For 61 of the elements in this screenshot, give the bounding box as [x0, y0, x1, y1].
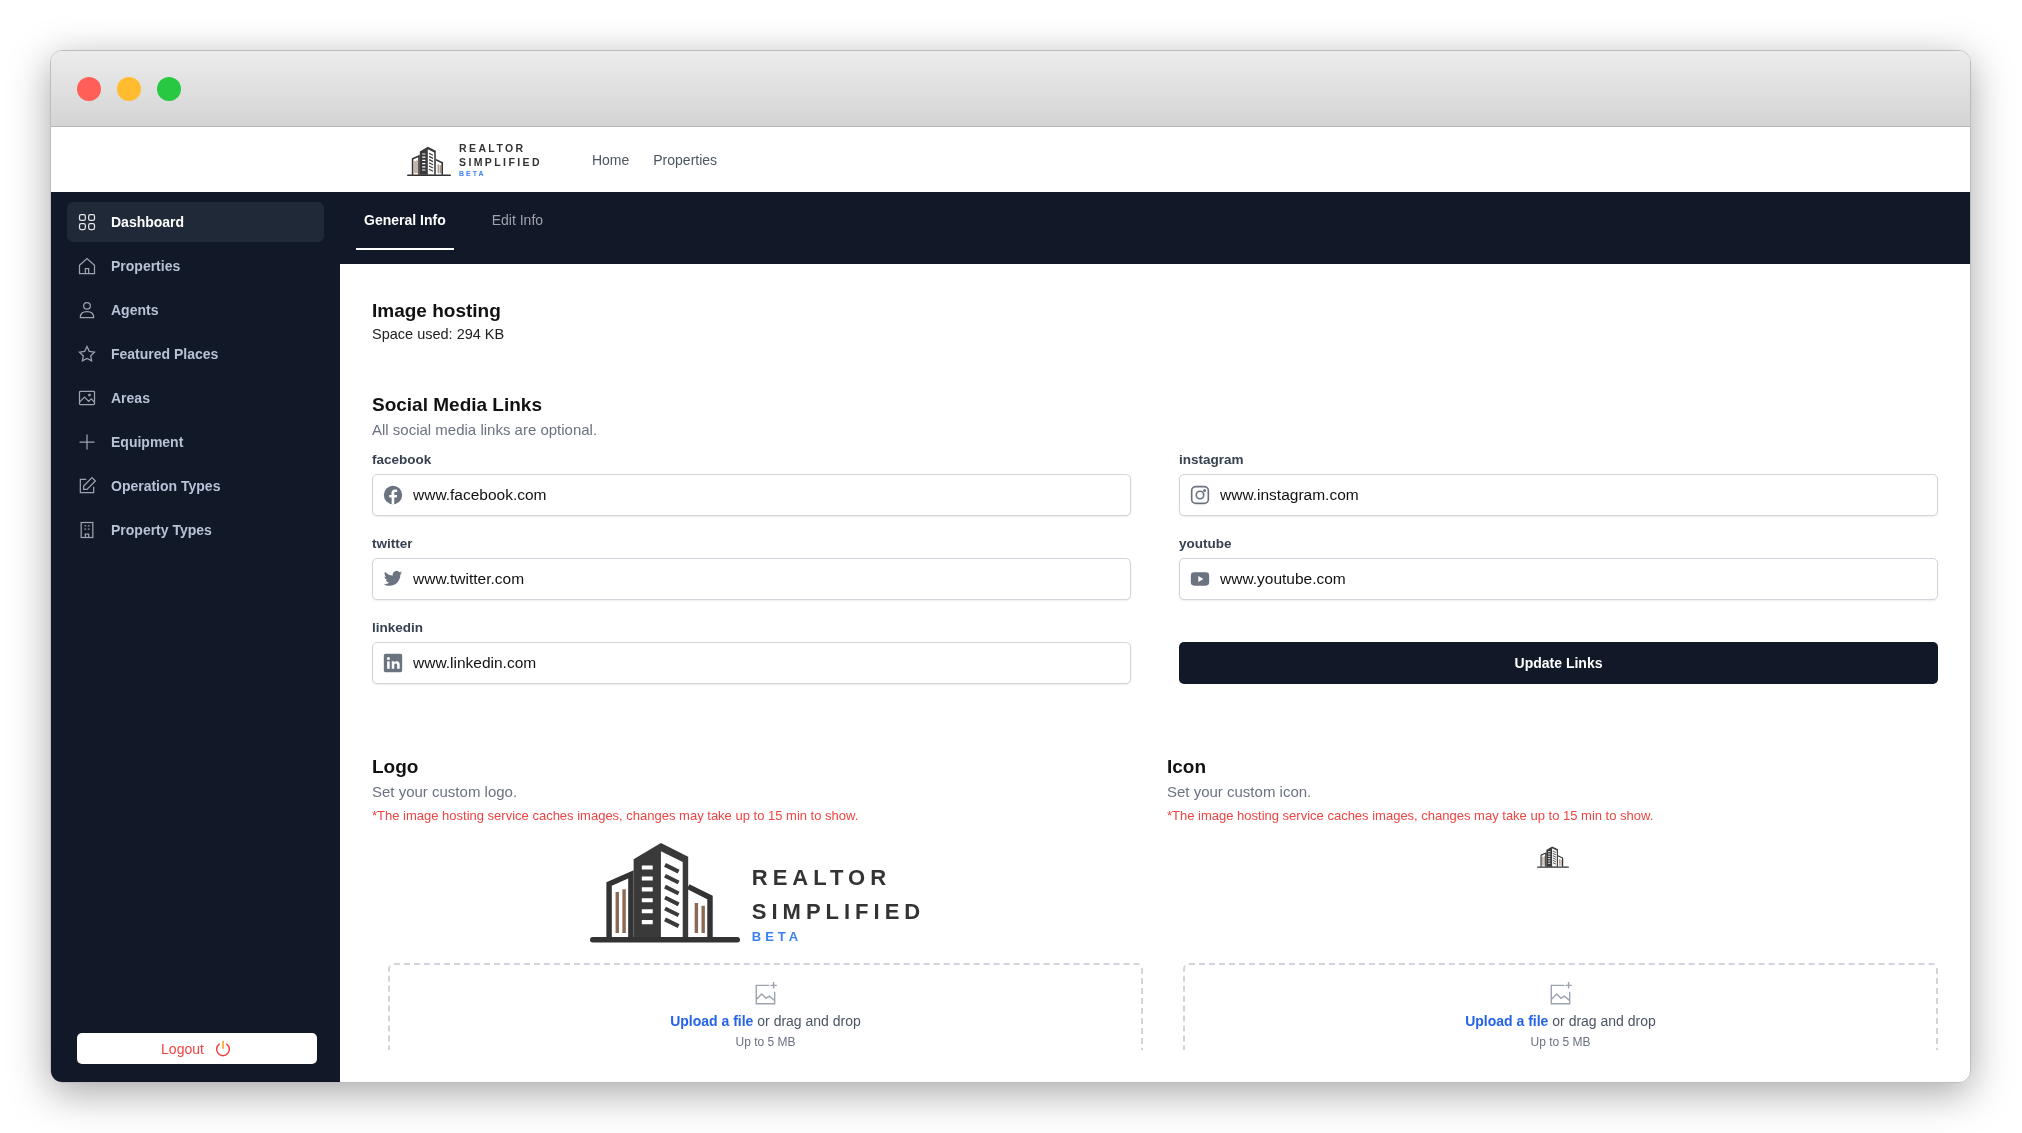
update-links-button[interactable]: Update Links — [1179, 642, 1938, 684]
tab[interactable]: Edit Info — [483, 192, 552, 250]
nav-link[interactable]: Properties — [653, 151, 718, 168]
upload-instructions: Upload a file or drag and drop — [1465, 1013, 1656, 1029]
section-title: Image hosting — [372, 300, 502, 322]
section-title: Logo — [372, 756, 420, 778]
sidebar-item[interactable]: Featured Places — [67, 334, 324, 374]
image-icon — [77, 388, 97, 408]
star-icon — [77, 344, 97, 364]
warning-text: *The image hosting service caches images, changes may take up to 15 min to show. — [1167, 808, 1655, 823]
field-label: youtube — [1179, 536, 1232, 551]
input-field[interactable]: www.linkedin.com — [372, 642, 1131, 684]
close-button[interactable] — [77, 76, 101, 101]
upload-link[interactable]: Upload a file — [1465, 1013, 1549, 1029]
sidebar-item[interactable]: Areas — [67, 378, 324, 418]
input-field[interactable]: www.instagram.com — [1179, 474, 1938, 516]
field-label: facebook — [372, 452, 432, 467]
logout-button[interactable]: Logout — [76, 1033, 317, 1064]
upload-dropzone[interactable]: Upload a file or drag and drop Up to 5 MB — [388, 963, 1143, 1050]
sidebar-item[interactable]: Equipment — [67, 422, 324, 462]
bird-icon — [383, 569, 403, 589]
section-subtitle: All social media links are optional. — [372, 421, 599, 438]
field-label: linkedin — [372, 620, 423, 635]
sidebar-item[interactable]: Properties — [67, 246, 324, 286]
sidebar-item[interactable]: Agents — [67, 290, 324, 330]
pencil-icon — [77, 476, 97, 496]
nav-link[interactable]: Home — [591, 151, 630, 168]
beta-label: BETA — [751, 929, 804, 944]
size-limit-text: Up to 5 MB — [1530, 1035, 1591, 1049]
section-title: Social Media Links — [372, 394, 543, 416]
space-used-text: Space used: 294 KB — [372, 326, 506, 342]
input-field[interactable]: www.twitter.com — [372, 558, 1131, 600]
input-field[interactable]: www.youtube.com — [1179, 558, 1938, 600]
maximize-button[interactable] — [157, 76, 181, 101]
logo-word: SIMPLIFIED — [751, 898, 926, 926]
minimize-button[interactable] — [117, 76, 141, 101]
upload-dropzone[interactable]: Upload a file or drag and drop Up to 5 MB — [1183, 963, 1938, 1050]
tab[interactable]: General Info — [356, 192, 454, 250]
house-icon — [77, 256, 97, 276]
upload-instructions: Upload a file or drag and drop — [670, 1013, 861, 1029]
power-icon — [213, 1039, 232, 1058]
instagram-icon — [1190, 485, 1210, 505]
sidebar-item[interactable]: Operation Types — [67, 466, 324, 506]
size-limit-text: Up to 5 MB — [735, 1035, 796, 1049]
facebook-icon — [383, 485, 403, 505]
logo-word: REALTOR — [751, 864, 893, 892]
sidebar-item[interactable]: Dashboard — [67, 202, 324, 242]
grid-icon — [77, 212, 97, 232]
warning-text: *The image hosting service caches images, changes may take up to 15 min to show. — [372, 808, 860, 823]
section-subtitle: Set your custom logo. — [372, 783, 519, 800]
section-title: Icon — [1167, 756, 1208, 778]
logo-word: REALTOR — [459, 141, 527, 155]
plus-icon — [77, 432, 97, 452]
person-icon — [77, 300, 97, 320]
upload-link[interactable]: Upload a file — [670, 1013, 754, 1029]
input-field[interactable]: www.facebook.com — [372, 474, 1131, 516]
sidebar-item[interactable]: Property Types — [67, 510, 324, 550]
field-label: instagram — [1179, 452, 1244, 467]
section-subtitle: Set your custom icon. — [1167, 783, 1313, 800]
field-label: twitter — [372, 536, 413, 551]
logo-word: SIMPLIFIED — [459, 155, 542, 169]
